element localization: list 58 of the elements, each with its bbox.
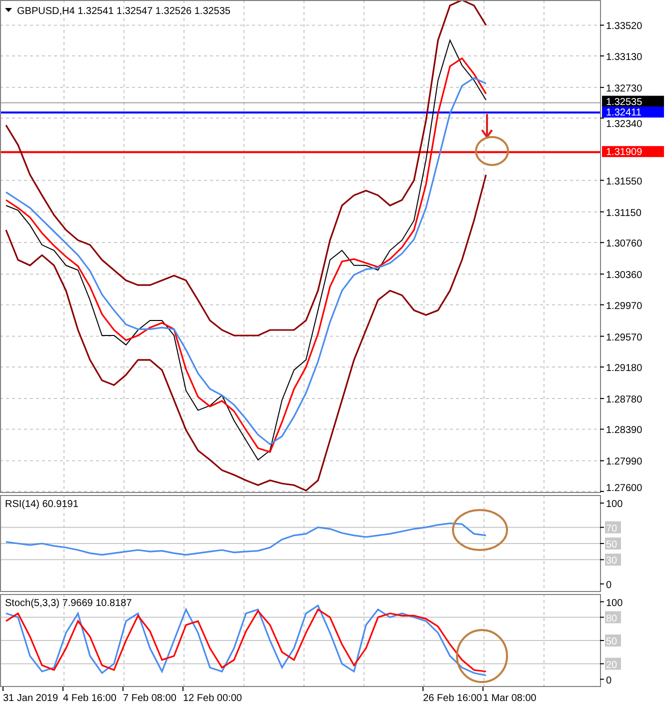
chart-title: GBPUSD,H4 1.32541 1.32547 1.32526 1.32535: [5, 6, 230, 17]
y-tick-label: 1.27600: [606, 483, 643, 494]
axis-label: 1.29970: [600, 300, 642, 312]
axis-label: 100: [600, 499, 623, 510]
axis-label: 1.29570: [600, 332, 642, 344]
y-tick-label: 1.29570: [606, 332, 643, 344]
axis-label: 0: [600, 675, 612, 686]
y-tick-label: 1.28780: [606, 394, 643, 406]
chart-title: Stoch(5,3,3) 7.9669 10.8187: [5, 598, 132, 609]
chart-title: RSI(14) 60.9191: [5, 499, 78, 510]
y-tick-label: 1.31150: [606, 208, 642, 219]
axis-label: 1.32340: [600, 118, 642, 130]
axis-label: 1.31550: [600, 176, 642, 188]
ref-line-label: 1.32535: [606, 96, 643, 108]
y-tick-label: 1.30360: [606, 270, 643, 282]
circle-marker-drawing: [452, 509, 508, 551]
circle-marker-drawing: [456, 629, 508, 683]
time-label: 4 Feb 16:00: [62, 686, 116, 704]
axis-label: 1.33130: [600, 52, 642, 63]
axis-label: 1.30360: [600, 270, 642, 282]
y-tick-label: 1.33520: [606, 21, 643, 32]
axis-label: 1.32730: [600, 83, 642, 94]
time-label: 7 Feb 08:00: [122, 686, 176, 704]
y-tick-label: 100: [606, 499, 624, 510]
axis-label: 1.27990: [600, 456, 642, 468]
y-tick-label: 0: [606, 675, 612, 686]
axis-label: 1.33520: [600, 21, 642, 32]
axis-label: 1.27600: [600, 483, 642, 493]
axis-label: 1.30760: [600, 238, 642, 250]
down-arrow-icon: [481, 113, 493, 139]
y-tick-label: 1.32730: [606, 83, 643, 94]
axis-label: 1.28780: [600, 394, 642, 406]
time-label: 12 Feb 00:00: [182, 686, 242, 704]
price-tag: 1.32411: [602, 106, 664, 119]
price-tag: 1.32535: [602, 96, 664, 108]
price-tag: 1.31909: [602, 146, 664, 158]
y-tick-label: 1.33130: [606, 52, 643, 63]
ref-line-label: 1.31909: [606, 147, 643, 158]
y-tick-label: 1.27990: [606, 456, 643, 468]
y-tick-label: 1.31550: [606, 176, 643, 188]
axis-label: 1.29180: [600, 363, 642, 374]
time-label: 31 Jan 2019: [2, 686, 58, 704]
y-tick-label: 1.30760: [606, 238, 643, 250]
circle-marker-drawing: [475, 136, 509, 166]
y-tick-label: 1.28390: [606, 425, 643, 436]
axis-label: 1.31150: [600, 208, 642, 219]
dropdown-triangle-icon[interactable]: [5, 8, 12, 12]
time-label: 26 Feb 16:00: [422, 686, 482, 704]
y-tick-label: 0: [606, 580, 612, 591]
time-label: 1 Mar 08:00: [482, 686, 536, 704]
axis-label: 0: [600, 580, 612, 591]
y-tick-label: 1.32340: [606, 119, 643, 130]
axis-label: 1.28390: [600, 425, 642, 436]
ref-line-label: 1.32411: [606, 108, 642, 119]
axis-label: 100: [600, 598, 623, 609]
y-tick-label: 100: [606, 598, 624, 609]
y-tick-label: 1.29180: [606, 362, 643, 374]
y-tick-label: 1.29970: [606, 300, 643, 312]
